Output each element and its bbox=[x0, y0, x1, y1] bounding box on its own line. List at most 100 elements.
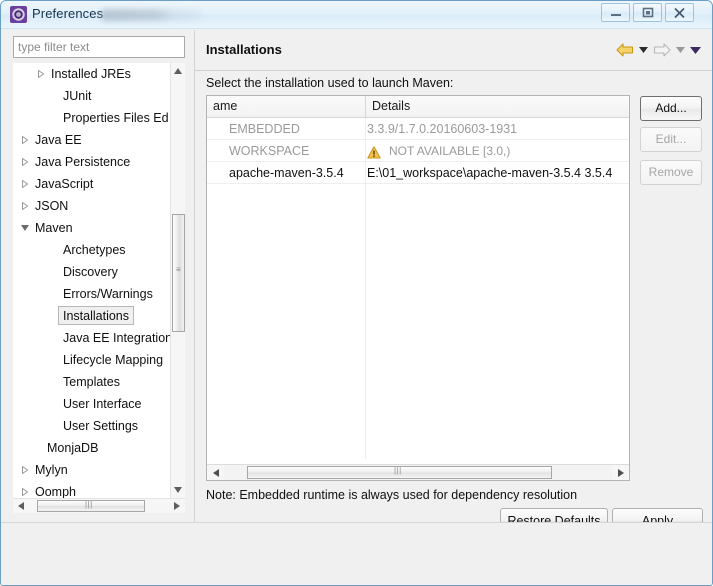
dialog-footer: ? OK Cancel https://blog.csdn.net/weixin… bbox=[1, 523, 712, 585]
table-horizontal-scrollbar[interactable]: ||| bbox=[207, 464, 629, 480]
sidebar-item-templates[interactable]: Templates bbox=[13, 371, 170, 393]
title-bar: Preferences bbox=[1, 1, 712, 29]
sidebar-item-discovery[interactable]: Discovery bbox=[13, 261, 170, 283]
scroll-thumb-grip: ||| bbox=[394, 466, 402, 475]
cell-details: E:\01_workspace\apache-maven-3.5.4 3.5.4 bbox=[367, 166, 613, 180]
table-row[interactable]: EMBEDDED 3.3.9/1.7.0.20160603-1931 bbox=[207, 118, 629, 140]
sidebar-item-label: Oomph bbox=[35, 485, 76, 498]
sidebar-item-javascript[interactable]: JavaScript bbox=[13, 173, 170, 195]
sidebar-item-java-ee-integration[interactable]: Java EE Integration bbox=[13, 327, 170, 349]
cell-details: NOT AVAILABLE [3.0,) bbox=[389, 144, 511, 158]
tree-hscroll-thumb[interactable]: ||| bbox=[37, 500, 145, 512]
sidebar-item-java-ee[interactable]: Java EE bbox=[13, 129, 170, 151]
page-navigation-toolbar bbox=[616, 40, 701, 60]
chevron-right-icon[interactable] bbox=[19, 481, 31, 498]
sidebar-item-errors-warnings[interactable]: Errors/Warnings bbox=[13, 283, 170, 305]
tree-vertical-scrollbar[interactable]: ≡ bbox=[170, 63, 185, 498]
sidebar-item-monjadb[interactable]: MonjaDB bbox=[13, 437, 170, 459]
view-menu-chevron-down-icon[interactable] bbox=[690, 42, 701, 58]
sidebar-item-label: Templates bbox=[63, 375, 120, 389]
sidebar-item-label: User Interface bbox=[63, 397, 142, 411]
preferences-gear-icon bbox=[10, 6, 27, 23]
header-divider bbox=[195, 70, 712, 71]
scroll-thumb-grip: ||| bbox=[85, 500, 93, 509]
tree-horizontal-scrollbar[interactable]: ||| bbox=[13, 498, 185, 513]
table-scroll-left-arrow[interactable] bbox=[207, 465, 224, 480]
sidebar-item-label: MonjaDB bbox=[47, 441, 99, 455]
sidebar-item-lifecycle-mapping[interactable]: Lifecycle Mapping bbox=[13, 349, 170, 371]
tree-items-clip: Installed JREs JUnit Properties Files Ed Ja… bbox=[13, 63, 170, 498]
redacted-title-suffix bbox=[101, 9, 201, 21]
sidebar-item-installed-jres[interactable]: Installed JREs bbox=[13, 63, 170, 85]
sidebar-item-label: Maven bbox=[35, 221, 73, 235]
sidebar-item-java-persistence[interactable]: Java Persistence bbox=[13, 151, 170, 173]
sidebar-item-installations[interactable]: Installations bbox=[13, 305, 170, 327]
sidebar-item-user-settings[interactable]: User Settings bbox=[13, 415, 170, 437]
scroll-down-arrow[interactable] bbox=[171, 482, 185, 498]
table-scroll-right-arrow[interactable] bbox=[612, 465, 629, 480]
sidebar-item-label: JavaScript bbox=[35, 177, 94, 191]
sidebar-item-properties-files-ed[interactable]: Properties Files Ed bbox=[13, 107, 170, 129]
preferences-tree[interactable]: Installed JREs JUnit Properties Files Ed Ja… bbox=[13, 63, 185, 513]
sidebar-item-junit[interactable]: JUnit bbox=[13, 85, 170, 107]
add-button[interactable]: Add... bbox=[640, 96, 702, 121]
installations-table[interactable]: ame Details EMBEDDED 3.3.9/1.7.0.20160603… bbox=[206, 95, 630, 481]
cell-name: EMBEDDED bbox=[229, 122, 300, 136]
table-row[interactable]: apache-maven-3.5.4 E:\01_workspace\apache… bbox=[207, 162, 629, 184]
cell-name: apache-maven-3.5.4 bbox=[229, 166, 344, 180]
back-arrow-icon[interactable] bbox=[616, 42, 634, 58]
sidebar-item-label: Java EE bbox=[35, 133, 82, 147]
search-input[interactable] bbox=[13, 36, 185, 58]
forward-arrow-icon bbox=[653, 43, 671, 57]
sidebar-item-label: Properties Files Ed bbox=[63, 111, 169, 125]
tree-vscroll-thumb[interactable]: ≡ bbox=[172, 214, 185, 332]
sidebar-item-label: Errors/Warnings bbox=[63, 287, 153, 301]
page-description: Select the installation used to launch M… bbox=[206, 76, 454, 90]
sidebar-item-oomph[interactable]: Oomph bbox=[13, 481, 170, 498]
scroll-up-arrow[interactable] bbox=[171, 63, 185, 79]
preferences-dialog: Preferences Installed JREs bbox=[0, 0, 713, 586]
table-row[interactable]: WORKSPACE NOT AVAILABLE [3.0,) bbox=[207, 140, 629, 162]
back-history-chevron-down-icon[interactable] bbox=[638, 42, 649, 58]
sidebar-item-label: Discovery bbox=[63, 265, 118, 279]
chevron-down-icon[interactable] bbox=[19, 217, 31, 239]
sidebar-item-json[interactable]: JSON bbox=[13, 195, 170, 217]
minimize-icon bbox=[602, 4, 629, 21]
scroll-thumb-grip: ≡ bbox=[176, 265, 182, 274]
remove-button[interactable]: Remove bbox=[640, 160, 702, 185]
sidebar-item-maven[interactable]: Maven bbox=[13, 217, 170, 239]
sidebar-item-label: Installations bbox=[58, 306, 135, 325]
table-hscroll-thumb[interactable]: ||| bbox=[247, 466, 552, 479]
minimize-button[interactable] bbox=[601, 3, 630, 22]
scroll-left-arrow[interactable] bbox=[13, 499, 29, 513]
chevron-right-icon[interactable] bbox=[19, 459, 31, 481]
cell-name: WORKSPACE bbox=[229, 144, 310, 158]
column-header-name[interactable]: ame bbox=[207, 96, 365, 117]
cell-details: 3.3.9/1.7.0.20160603-1931 bbox=[367, 122, 518, 136]
edit-button[interactable]: Edit... bbox=[640, 127, 702, 152]
close-button[interactable] bbox=[665, 3, 694, 22]
close-icon bbox=[666, 4, 693, 21]
installations-page: Installations Select the installation us… bbox=[194, 30, 712, 534]
chevron-right-icon[interactable] bbox=[19, 129, 31, 151]
sidebar-item-label: Archetypes bbox=[63, 243, 126, 257]
sidebar-item-label: JSON bbox=[35, 199, 69, 213]
column-header-details[interactable]: Details bbox=[365, 96, 629, 117]
sidebar-item-archetypes[interactable]: Archetypes bbox=[13, 239, 170, 261]
chevron-right-icon[interactable] bbox=[19, 173, 31, 195]
chevron-right-icon[interactable] bbox=[35, 63, 47, 85]
sidebar-item-mylyn[interactable]: Mylyn bbox=[13, 459, 170, 481]
sidebar-item-user-interface[interactable]: User Interface bbox=[13, 393, 170, 415]
warning-icon bbox=[367, 144, 381, 159]
maximize-icon bbox=[634, 4, 661, 21]
sidebar-item-label: Lifecycle Mapping bbox=[63, 353, 164, 367]
chevron-right-icon[interactable] bbox=[19, 151, 31, 173]
forward-history-chevron-down-icon bbox=[675, 42, 686, 58]
note-text: Note: Embedded runtime is always used fo… bbox=[206, 488, 578, 502]
sidebar-item-label: Java EE Integration bbox=[63, 331, 170, 345]
chevron-right-icon[interactable] bbox=[19, 195, 31, 217]
window-title: Preferences bbox=[32, 6, 104, 21]
maximize-button[interactable] bbox=[633, 3, 662, 22]
sidebar-item-label: User Settings bbox=[63, 419, 139, 433]
scroll-right-arrow[interactable] bbox=[169, 499, 185, 513]
